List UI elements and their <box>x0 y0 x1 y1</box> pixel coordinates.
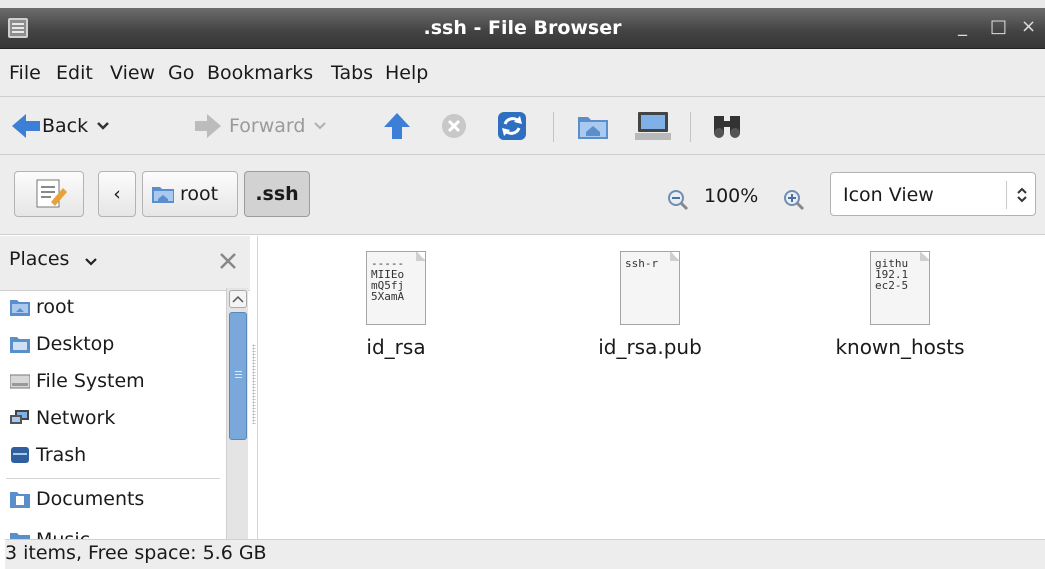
forward-label: Forward <box>229 115 306 137</box>
file-name: id_rsa.pub <box>598 335 702 359</box>
home-button[interactable] <box>576 97 610 155</box>
zoom-in-icon[interactable] <box>782 188 806 212</box>
music-folder-icon <box>10 533 30 539</box>
title-bar[interactable]: .ssh - File Browser _ □ × <box>0 8 1045 49</box>
reload-icon <box>498 112 526 140</box>
select-divider <box>1006 181 1007 209</box>
toolbar-separator <box>690 112 691 142</box>
scroll-up-button[interactable] <box>229 290 247 308</box>
maximize-button[interactable]: □ <box>990 16 1007 37</box>
sidebar-item-music[interactable]: Music <box>10 525 90 539</box>
computer-icon <box>635 112 671 140</box>
sidebar-item-network[interactable]: Network <box>10 403 115 433</box>
location-bar: ‹ root .ssh 100% Icon View <box>0 155 1045 235</box>
search-button[interactable] <box>711 97 745 155</box>
menu-bookmarks[interactable]: Bookmarks <box>207 62 313 84</box>
view-mode-value: Icon View <box>843 184 934 206</box>
reload-button[interactable] <box>496 97 528 155</box>
up-button[interactable] <box>383 97 411 155</box>
toolbar-separator <box>553 112 554 142</box>
path-ssh-label: .ssh <box>255 183 299 205</box>
window-title: .ssh - File Browser <box>423 17 622 39</box>
home-folder-icon <box>578 117 608 139</box>
path-scroll-left-button[interactable]: ‹ <box>98 171 136 217</box>
desktop-folder-icon <box>10 337 30 353</box>
sidebar-header: Places <box>0 236 250 291</box>
grip-icon <box>235 371 242 372</box>
file-name: known_hosts <box>835 335 965 359</box>
sidebar-item-music-partial[interactable]: Music <box>0 525 226 539</box>
status-bar: 3 items, Free space: 5.6 GB <box>5 539 1045 569</box>
close-button[interactable]: × <box>1021 16 1036 37</box>
drive-icon <box>10 374 30 389</box>
menu-file[interactable]: File <box>9 62 41 84</box>
close-sidebar-icon[interactable] <box>218 251 238 271</box>
sidebar-item-file-system[interactable]: File System <box>10 366 145 396</box>
sidebar-item-label: File System <box>36 370 145 392</box>
chevron-left-icon: ‹ <box>113 183 121 205</box>
sidebar-divider <box>6 478 220 479</box>
sidebar-item-label: Network <box>36 407 116 429</box>
forward-arrow-icon <box>195 114 221 138</box>
text-file-icon: githu 192.1 ec2-5 <box>870 251 930 325</box>
scroll-thumb[interactable] <box>229 312 247 440</box>
back-label: Back <box>42 115 89 137</box>
text-file-icon: ssh-r <box>620 251 680 325</box>
menu-edit[interactable]: Edit <box>56 62 93 84</box>
text-file-icon: ----- MIIEo mQ5fj 5XamA <box>366 251 426 325</box>
status-text: 3 items, Free space: 5.6 GB <box>5 542 267 564</box>
forward-history-chevron-icon[interactable] <box>305 116 335 136</box>
home-folder-icon <box>10 300 30 316</box>
trash-icon <box>11 447 29 463</box>
menu-tabs[interactable]: Tabs <box>331 62 373 84</box>
menu-view[interactable]: View <box>110 62 155 84</box>
home-folder-icon <box>152 187 174 203</box>
up-arrow-icon <box>384 113 410 139</box>
path-root-label: root <box>180 183 219 205</box>
computer-button[interactable] <box>634 97 672 155</box>
sidebar-item-trash[interactable]: Trash <box>10 440 86 470</box>
places-dropdown-label[interactable]: Places <box>9 248 69 270</box>
back-button[interactable]: Back <box>12 97 118 155</box>
toolbar: Back Forward <box>0 97 1045 155</box>
chevron-down-icon[interactable] <box>83 255 99 269</box>
sidebar-item-label: Trash <box>36 444 87 466</box>
documents-folder-icon <box>10 492 30 508</box>
sidebar-item-label: root <box>36 296 75 318</box>
menu-go[interactable]: Go <box>168 62 194 84</box>
file-item[interactable]: ssh-r id_rsa.pub <box>580 236 720 359</box>
path-button-ssh[interactable]: .ssh <box>244 171 310 217</box>
file-item[interactable]: ----- MIIEo mQ5fj 5XamA id_rsa <box>346 236 446 359</box>
stop-icon <box>442 114 466 138</box>
back-history-chevron-icon[interactable] <box>88 116 118 136</box>
sidebar-scrollbar[interactable] <box>226 288 248 564</box>
file-view[interactable]: ----- MIIEo mQ5fj 5XamA id_rsa ssh-r id_… <box>260 236 1045 564</box>
updown-chevron-icon <box>1017 187 1027 203</box>
forward-button[interactable]: Forward <box>193 97 335 155</box>
view-mode-select[interactable]: Icon View <box>830 172 1036 216</box>
binoculars-icon <box>714 116 740 138</box>
file-item[interactable]: githu 192.1 ec2-5 known_hosts <box>820 236 980 359</box>
edit-location-icon <box>36 179 67 208</box>
path-button-root[interactable]: root <box>142 171 238 217</box>
minimize-button[interactable]: _ <box>958 16 967 37</box>
file-name: id_rsa <box>366 335 426 359</box>
sidebar-item-documents[interactable]: Documents <box>10 484 144 514</box>
chevron-up-icon <box>232 295 244 303</box>
sidebar-item-label: Documents <box>36 488 145 510</box>
toggle-location-button[interactable] <box>14 171 84 217</box>
zoom-out-icon[interactable] <box>666 188 690 212</box>
sidebar-item-label: Desktop <box>36 333 115 355</box>
menu-bar: File Edit View Go Bookmarks Tabs Help <box>0 49 1045 97</box>
menu-help[interactable]: Help <box>385 62 428 84</box>
places-sidebar: Places root Desktop File System Network … <box>0 236 258 564</box>
sidebar-item-label: Music <box>36 529 90 539</box>
sidebar-item-root[interactable]: root <box>10 292 74 322</box>
network-icon <box>10 410 29 424</box>
pane-resize-handle[interactable] <box>252 344 256 424</box>
desktop-top-strip <box>0 0 1045 8</box>
zoom-level: 100% <box>704 185 759 207</box>
sidebar-item-desktop[interactable]: Desktop <box>10 329 114 359</box>
stop-button[interactable] <box>440 97 468 155</box>
